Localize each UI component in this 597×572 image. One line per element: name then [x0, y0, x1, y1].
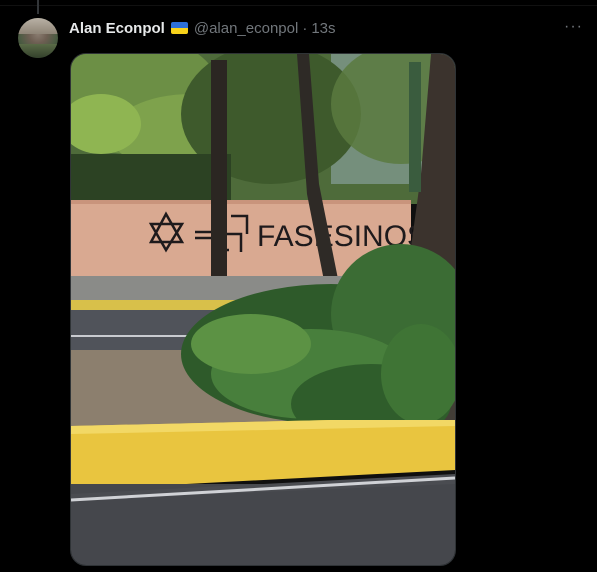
avatar-sky	[18, 18, 58, 34]
separator-dot: ·	[302, 19, 308, 37]
post-header: Alan Econpol @alan_econpol · 13s	[69, 18, 336, 38]
author-handle[interactable]: @alan_econpol	[194, 20, 298, 37]
author-name[interactable]: Alan Econpol	[69, 20, 165, 37]
more-horizontal-icon[interactable]: ···	[564, 18, 583, 36]
thread-connector-line	[37, 0, 39, 14]
timestamp[interactable]: 13s	[311, 20, 335, 37]
avatar-ground	[18, 44, 58, 58]
street-photo: FASESINOS	[71, 54, 455, 565]
ukraine-flag-icon	[170, 22, 188, 34]
avatar[interactable]	[18, 18, 58, 58]
post-media-image[interactable]: FASESINOS	[70, 53, 456, 566]
